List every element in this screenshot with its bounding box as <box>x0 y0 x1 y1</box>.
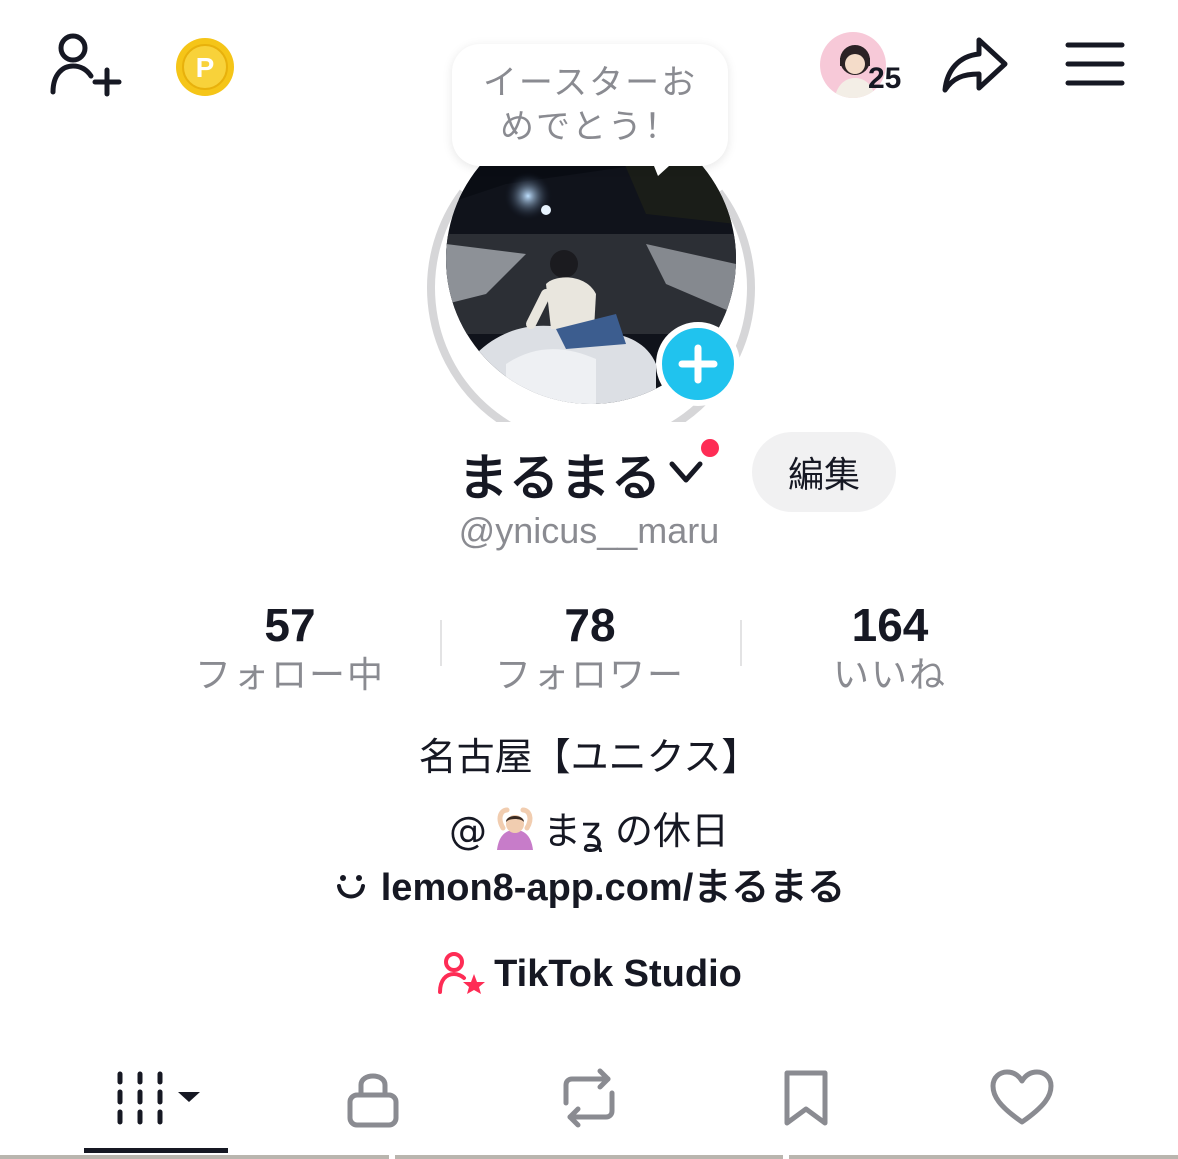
note-bubble[interactable]: イースターお めでとう！ <box>452 44 728 166</box>
tab-favorites[interactable] <box>731 1050 881 1146</box>
followers-label: フォロワー <box>494 655 685 696</box>
bio-line-1: 名古屋【ユニクス】 <box>418 735 760 779</box>
name-row: まるまる 編集 <box>0 432 1178 512</box>
display-name[interactable]: まるまる <box>458 438 662 510</box>
edit-profile-button[interactable]: 編集 <box>752 432 896 512</box>
tab-liked[interactable] <box>947 1050 1097 1146</box>
likes-stat[interactable]: 164 いいね <box>740 598 1040 700</box>
followers-stat[interactable]: 78 フォロワー <box>440 598 740 700</box>
bio-link[interactable]: lemon8-app.com/まるまる <box>0 856 1178 911</box>
tab-videos[interactable] <box>81 1050 231 1146</box>
following-label: フォロー中 <box>194 655 385 696</box>
tiktok-studio-label: TikTok Studio <box>494 953 742 995</box>
note-bubble-tail <box>650 156 680 176</box>
mention-name: まʓ の休日 <box>542 809 730 853</box>
video-thumbnail[interactable] <box>394 1155 784 1159</box>
repost-icon <box>563 1068 615 1128</box>
menu-icon <box>1065 42 1125 86</box>
heart-icon <box>990 1069 1054 1125</box>
followers-count: 78 <box>564 599 616 651</box>
active-tab-indicator <box>84 1148 228 1153</box>
studio-user-star-icon <box>438 952 486 994</box>
add-user-icon <box>50 33 122 97</box>
following-stat[interactable]: 57 フォロー中 <box>140 598 440 700</box>
lock-icon <box>347 1073 399 1128</box>
add-story-button[interactable] <box>656 322 740 406</box>
coin-button[interactable]: P <box>172 34 238 100</box>
bio-link-text: lemon8-app.com/まるまる <box>380 867 846 909</box>
stats-row: 57 フォロー中 78 フォロワー 164 いいね <box>140 598 1040 698</box>
link-smile-icon <box>336 875 365 899</box>
plus-icon <box>678 344 718 384</box>
tab-reposts[interactable] <box>514 1050 664 1146</box>
add-friend-button[interactable] <box>40 28 130 102</box>
note-line-2: めでとう！ <box>500 107 680 147</box>
notification-dot <box>698 436 722 460</box>
notification-count: 25 <box>868 62 902 95</box>
tab-private[interactable] <box>298 1050 448 1146</box>
note-line-1: イースターお <box>482 63 698 103</box>
grid-icon <box>117 1071 200 1125</box>
person-gesturing-ok-emoji-icon <box>496 807 533 850</box>
bookmark-icon <box>784 1070 828 1126</box>
menu-button[interactable] <box>1060 34 1130 94</box>
bio-line-2[interactable]: @ まʓ の休日 <box>0 800 1178 855</box>
username-handle: @ynicus__maru <box>458 510 720 551</box>
likes-count: 164 <box>851 599 929 651</box>
share-button[interactable] <box>936 32 1014 98</box>
coin-letter: P <box>196 52 215 83</box>
content-tabs <box>0 1050 1178 1150</box>
chevron-down-icon[interactable] <box>666 456 706 490</box>
video-thumbnail-strip <box>0 1155 1178 1159</box>
tiktok-studio-button[interactable]: TikTok Studio <box>0 950 1178 996</box>
following-count: 57 <box>264 599 316 651</box>
video-thumbnail[interactable] <box>789 1155 1178 1159</box>
video-thumbnail[interactable] <box>0 1155 389 1159</box>
mention-prefix: @ <box>448 809 487 853</box>
coin-icon: P <box>176 38 234 96</box>
share-icon <box>942 37 1008 93</box>
profile-page: P 25 イースターお めでとう！ まるまる 編集 @ynicus__maru … <box>0 0 1178 1159</box>
likes-label: いいね <box>832 655 947 696</box>
